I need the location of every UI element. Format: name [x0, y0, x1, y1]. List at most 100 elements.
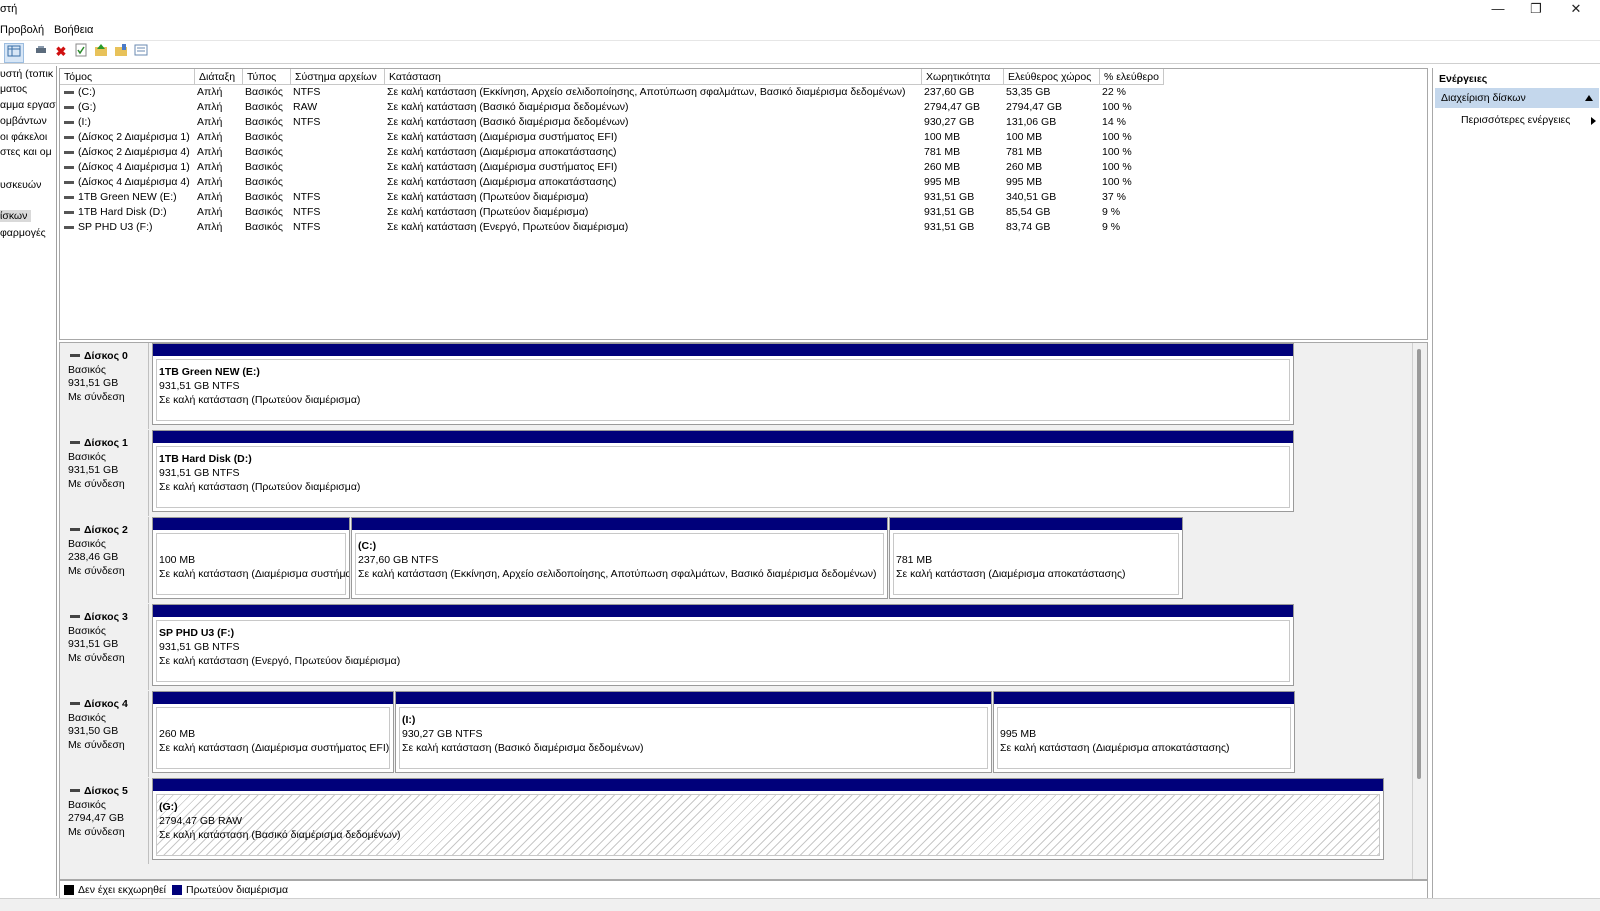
open-folder-icon[interactable]: [112, 43, 130, 61]
tree-item-disk-management[interactable]: ίσκων: [0, 210, 32, 222]
title-bar: στή — ❐ ✕: [0, 0, 1600, 20]
partition-block[interactable]: SP PHD U3 (F:) 931,51 GB NTFS Σε καλή κατά…: [152, 604, 1294, 686]
scrollbar-thumb[interactable]: [1417, 349, 1421, 779]
volume-row[interactable]: (Δίσκος 2 Διαμέρισμα 1) Απλή Βασικός Σε καλ…: [60, 130, 1260, 145]
list-icon[interactable]: [132, 43, 150, 61]
disk-icon: [70, 354, 80, 357]
volume-cell: Βασικός: [245, 86, 283, 98]
column-header-percent-free[interactable]: % ελεύθερο: [1100, 69, 1164, 85]
legend-swatch-primary: [172, 885, 182, 895]
volume-row[interactable]: 1TB Green NEW (E:) Απλή Βασικός NTFS Σε καλή…: [60, 190, 1260, 205]
tree-item[interactable]: ματος: [0, 83, 27, 95]
disk-size: 238,46 GB: [68, 551, 119, 563]
actions-item-label: Διαχείριση δίσκων: [1441, 92, 1526, 104]
column-header-filesystem[interactable]: Σύστημα αρχείων: [291, 69, 385, 85]
actions-item-disk-management[interactable]: Διαχείριση δίσκων: [1435, 88, 1599, 108]
partition-status: Σε καλή κατάσταση (Διαμέρισμα συστήματος…: [159, 568, 349, 580]
volume-cell: Σε καλή κατάσταση (Πρωτεύον διαμέρισμα): [387, 191, 589, 203]
disk-row: Δίσκος 0 Βασικός 931,51 GB Με σύνδεση 1TB Gr…: [60, 343, 1390, 429]
partition-block[interactable]: 781 MB Σε καλή κατάσταση (Διαμέρισμα αποκ…: [889, 517, 1183, 599]
tree-item[interactable]: φαρμογές: [0, 227, 46, 239]
disk-name: Δίσκος 2: [84, 524, 128, 536]
disk-status: Με σύνδεση: [68, 391, 125, 403]
properties-icon[interactable]: [32, 43, 50, 61]
more-actions-link[interactable]: Περισσότερες ενέργειες: [1461, 114, 1570, 126]
partition-block[interactable]: 995 MB Σε καλή κατάσταση (Διαμέρισμα αποκ…: [993, 691, 1295, 773]
delete-icon[interactable]: ✖: [52, 43, 70, 61]
disk-label[interactable]: Δίσκος 1 Βασικός 931,51 GB Με σύνδεση: [60, 430, 149, 516]
volume-cell: NTFS: [293, 86, 321, 98]
disk-map-scrollbar[interactable]: [1412, 343, 1427, 879]
volume-cell: 100 MB: [924, 131, 961, 143]
disk-type: Βασικός: [68, 538, 106, 550]
column-header-volume[interactable]: Τόμος: [60, 69, 195, 85]
tree-item[interactable]: στες και ομ: [0, 146, 52, 158]
close-button[interactable]: ✕: [1556, 0, 1596, 20]
disk-label[interactable]: Δίσκος 0 Βασικός 931,51 GB Με σύνδεση: [60, 343, 149, 429]
volume-icon: [64, 121, 74, 124]
volume-row[interactable]: (Δίσκος 4 Διαμέρισμα 1) Απλή Βασικός Σε καλ…: [60, 160, 1260, 175]
column-header-free-space[interactable]: Ελεύθερος χώρος: [1004, 69, 1100, 85]
partition-status: Σε καλή κατάσταση (Πρωτεύον διαμέρισμα): [159, 394, 361, 406]
partition-block[interactable]: 1TB Hard Disk (D:) 931,51 GB NTFS Σε καλή …: [152, 430, 1294, 512]
partition-block[interactable]: 1TB Green NEW (E:) 931,51 GB NTFS Σε καλή …: [152, 343, 1294, 425]
check-icon[interactable]: [72, 43, 90, 61]
volume-cell: Βασικός: [245, 191, 283, 203]
volume-cell: NTFS: [293, 206, 321, 218]
partition-size: 930,27 GB NTFS: [402, 728, 483, 740]
volume-row[interactable]: (C:) Απλή Βασικός NTFS Σε καλή κατάσταση (Εκ…: [60, 85, 1260, 100]
column-header-status[interactable]: Κατάσταση: [385, 69, 922, 85]
volume-cell: 100 %: [1102, 176, 1132, 188]
disk-label[interactable]: Δίσκος 4 Βασικός 931,50 GB Με σύνδεση: [60, 691, 149, 777]
tree-item[interactable]: υσκευών: [0, 179, 41, 191]
volume-row[interactable]: (Δίσκος 2 Διαμέρισμα 4) Απλή Βασικός Σε καλ…: [60, 145, 1260, 160]
console-tree: υστή (τοπικ ματος αμμα εργασ ομβάντων οι…: [0, 66, 57, 896]
partition-block[interactable]: (C:) 237,60 GB NTFS Σε καλή κατάσταση (Εκκ…: [351, 517, 888, 599]
up-folder-icon[interactable]: [92, 43, 110, 61]
tree-item[interactable]: οι φάκελοι: [0, 131, 47, 143]
disk-row: Δίσκος 3 Βασικός 931,51 GB Με σύνδεση SP PHD…: [60, 604, 1390, 690]
disk-type: Βασικός: [68, 712, 106, 724]
tree-item[interactable]: αμμα εργασ: [0, 99, 56, 111]
tree-item[interactable]: ομβάντων: [0, 115, 47, 127]
disk-label[interactable]: Δίσκος 3 Βασικός 931,51 GB Με σύνδεση: [60, 604, 149, 690]
column-header-capacity[interactable]: Χωρητικότητα: [922, 69, 1004, 85]
partition-size: 931,51 GB NTFS: [159, 641, 240, 653]
menu-view[interactable]: Προβολή: [0, 24, 44, 36]
partition-block[interactable]: 100 MB Σε καλή κατάσταση (Διαμέρισμα συστ…: [152, 517, 350, 599]
disk-label[interactable]: Δίσκος 2 Βασικός 238,46 GB Με σύνδεση: [60, 517, 149, 603]
disk-label[interactable]: Δίσκος 5 Βασικός 2794,47 GB Με σύνδεση: [60, 778, 149, 864]
volume-row[interactable]: 1TB Hard Disk (D:) Απλή Βασικός NTFS Σε καλή…: [60, 205, 1260, 220]
column-header-type[interactable]: Τύπος: [243, 69, 291, 85]
volume-cell: 100 %: [1102, 131, 1132, 143]
collapse-icon[interactable]: [1585, 95, 1593, 101]
partition-block[interactable]: (G:) 2794,47 GB RAW Σε καλή κατάσταση (Βασ…: [152, 778, 1384, 860]
column-header-layout[interactable]: Διάταξη: [195, 69, 243, 85]
volume-cell: 995 MB: [1006, 176, 1043, 188]
volume-cell: 9 %: [1102, 221, 1121, 233]
partition-type-bar: [153, 518, 349, 530]
volume-row[interactable]: SP PHD U3 (F:) Απλή Βασικός NTFS Σε καλή κατ…: [60, 220, 1260, 235]
volume-row[interactable]: (I:) Απλή Βασικός NTFS Σε καλή κατάσταση (Βα…: [60, 115, 1260, 130]
menu-help[interactable]: Βοήθεια: [54, 24, 93, 36]
volume-cell: Απλή: [197, 86, 223, 98]
tree-item[interactable]: υστή (τοπικ: [0, 68, 53, 80]
volume-row[interactable]: (G:) Απλή Βασικός RAW Σε καλή κατάσταση (Βασ…: [60, 100, 1260, 115]
console-tree-icon[interactable]: [4, 43, 24, 63]
restore-button[interactable]: ❐: [1516, 0, 1556, 20]
partition-block[interactable]: (I:) 930,27 GB NTFS Σε καλή κατάσταση (Βασ…: [395, 691, 992, 773]
volume-cell: NTFS: [293, 116, 321, 128]
disk-type: Βασικός: [68, 364, 106, 376]
volume-row[interactable]: (Δίσκος 4 Διαμέρισμα 4) Απλή Βασικός Σε καλ…: [60, 175, 1260, 190]
chevron-right-icon[interactable]: [1591, 117, 1596, 125]
partition-size: 260 MB: [159, 728, 196, 740]
volume-cell: (Δίσκος 4 Διαμέρισμα 1): [78, 161, 190, 173]
minimize-button[interactable]: —: [1478, 0, 1518, 20]
partition-size: 995 MB: [1000, 728, 1037, 740]
disk-status: Με σύνδεση: [68, 652, 125, 664]
volume-cell: Απλή: [197, 116, 223, 128]
disk-row: Δίσκος 5 Βασικός 2794,47 GB Με σύνδεση (G:) 2…: [60, 778, 1390, 864]
partition-block[interactable]: 260 MB Σε καλή κατάσταση (Διαμέρισμα συστ…: [152, 691, 394, 773]
partition-body: [893, 533, 1179, 595]
volume-cell: (I:): [78, 116, 91, 128]
